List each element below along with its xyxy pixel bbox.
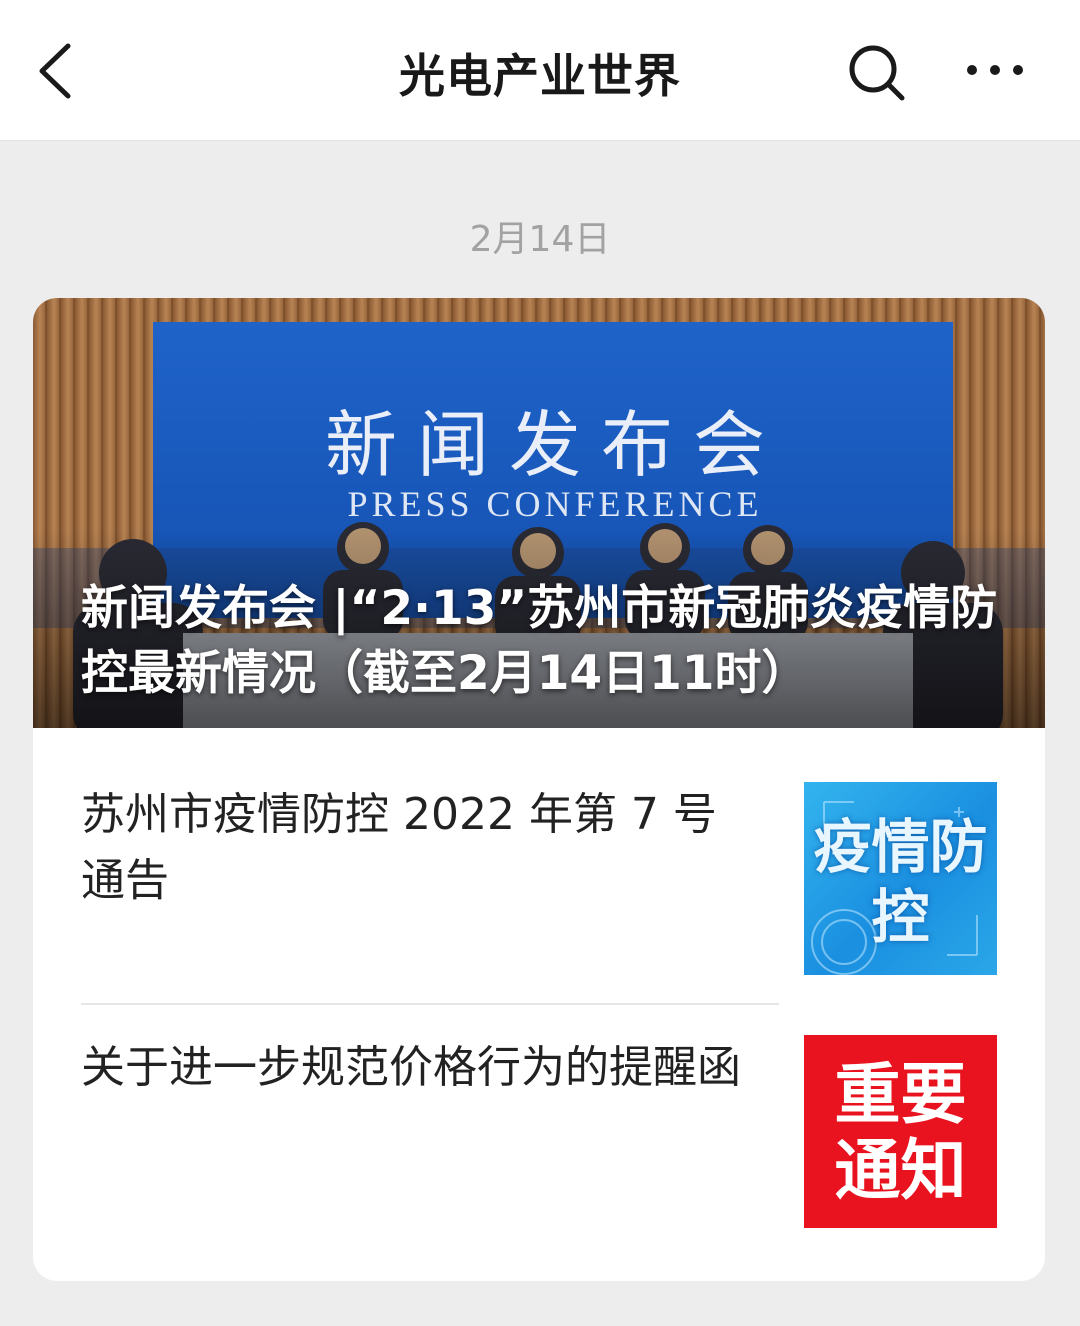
search-button[interactable] (844, 40, 910, 106)
list-item[interactable]: 关于进一步规范价格行为的提醒函 重要通知 (33, 1005, 1045, 1281)
list-item[interactable]: 苏州市疫情防控 2022 年第 7 号通告 疫情防控 (33, 728, 1045, 1004)
article-thumbnail: 重要通知 (804, 1035, 997, 1228)
article-card: 新闻发布会 PRESS CONFERENCE 新闻发布会 |“2·13”苏州市新… (33, 298, 1045, 1281)
more-button[interactable] (962, 50, 1028, 90)
article-title: 苏州市疫情防控 2022 年第 7 号通告 (81, 789, 717, 906)
hero-article[interactable]: 新闻发布会 PRESS CONFERENCE 新闻发布会 |“2·13”苏州市新… (33, 298, 1045, 728)
message-date: 2月14日 (469, 219, 611, 260)
thumbnail-text: 疫情防控 (813, 813, 988, 951)
page-title: 光电产业世界 (399, 49, 681, 103)
thumbnail-text: 重要通知 (834, 1056, 967, 1209)
banner-title: 新闻发布会 (325, 403, 785, 487)
banner-subtitle: PRESS CONFERENCE (347, 484, 762, 524)
nav-bar: 光电产业世界 (0, 0, 1080, 141)
more-horizontal-icon (967, 65, 1023, 75)
hero-article-title: 新闻发布会 |“2·13”苏州市新冠肺炎疫情防控最新情况（截至2月14日11时） (81, 581, 998, 701)
article-thumbnail: 疫情防控 (804, 782, 997, 975)
article-title: 关于进一步规范价格行为的提醒函 (81, 1042, 741, 1093)
search-icon (849, 45, 905, 101)
